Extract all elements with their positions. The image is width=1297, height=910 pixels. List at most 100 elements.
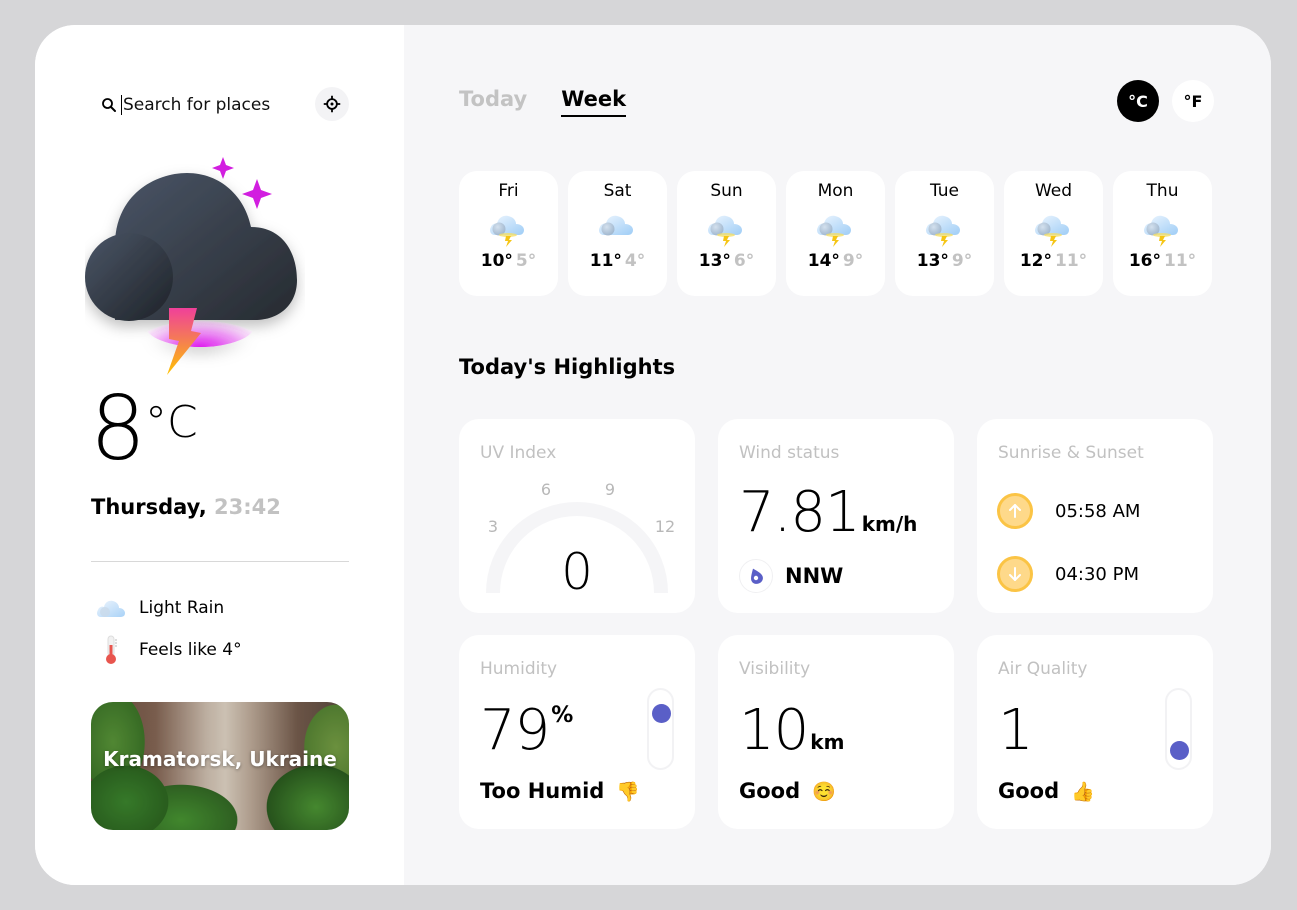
thunder-cloud-icon bbox=[816, 215, 851, 247]
feels-like-row: Feels like 4° bbox=[95, 635, 242, 665]
day-card[interactable]: Mon 14° 9° bbox=[786, 171, 885, 296]
wind-speed: 7.81 km/h bbox=[739, 485, 917, 541]
thunder-cloud-icon bbox=[707, 215, 742, 247]
air-quality-status-text: Good bbox=[998, 779, 1060, 803]
air-quality-card: Air Quality 1 Good 👍 bbox=[977, 635, 1213, 829]
tab-week[interactable]: Week bbox=[561, 87, 627, 117]
condition-row: Light Rain bbox=[95, 593, 224, 623]
condition-text: Light Rain bbox=[139, 598, 225, 618]
search-bar bbox=[100, 90, 350, 120]
temperature-unit: °C bbox=[145, 397, 198, 448]
search-icon bbox=[102, 98, 116, 112]
day-high: 13° bbox=[916, 251, 949, 271]
visibility-value: 10 bbox=[739, 698, 809, 763]
week-forecast: Fri 10° 5° Sat 11° 4° Sun 13° 6° Mon 14°… bbox=[459, 171, 1212, 296]
wind-status-label: Wind status bbox=[739, 443, 840, 463]
smiling-face-icon: ☺️ bbox=[812, 780, 836, 803]
day-temps: 13° 9° bbox=[917, 251, 973, 271]
uv-index-card: UV Index 3 6 9 12 0 bbox=[459, 419, 695, 613]
city-card[interactable]: Kramatorsk, Ukraine bbox=[91, 702, 349, 830]
day-temps: 12° 11° bbox=[1020, 251, 1087, 271]
air-quality-meter-dot bbox=[1169, 740, 1189, 760]
day-low: 11° bbox=[1164, 251, 1197, 271]
current-location-button[interactable] bbox=[315, 87, 349, 121]
day-name: Fri bbox=[498, 181, 519, 201]
humidity-label: Humidity bbox=[480, 659, 558, 679]
cloud-icon bbox=[598, 215, 633, 236]
sunrise-arrow-up-icon bbox=[997, 493, 1033, 529]
day-low: 11° bbox=[1055, 251, 1088, 271]
search-input[interactable] bbox=[121, 95, 311, 115]
day-high: 10° bbox=[480, 251, 513, 271]
wind-status-card: Wind status 7.81 km/h NNW bbox=[718, 419, 954, 613]
day-high: 11° bbox=[589, 251, 622, 271]
day-low: 4° bbox=[624, 251, 646, 271]
weather-app: 8 °C Thursday, 23:42 Light Rain Feels li… bbox=[35, 25, 1271, 885]
humidity-status: Too Humid 👎 bbox=[480, 779, 640, 803]
humidity-status-text: Too Humid bbox=[480, 779, 605, 803]
air-quality-status: Good 👍 bbox=[998, 779, 1095, 803]
day-card[interactable]: Sun 13° 6° bbox=[677, 171, 776, 296]
uv-tick-9: 9 bbox=[605, 480, 615, 499]
highlights-grid: UV Index 3 6 9 12 0 Wind status 7.81 km/h bbox=[459, 419, 1213, 829]
day-card[interactable]: Wed 12° 11° bbox=[1004, 171, 1103, 296]
visibility-unit: km bbox=[810, 730, 845, 754]
humidity-meter bbox=[647, 688, 674, 770]
humidity-meter-dot bbox=[651, 704, 671, 724]
day-name: Mon bbox=[817, 181, 854, 201]
day-high: 13° bbox=[698, 251, 731, 271]
visibility-status-text: Good bbox=[739, 779, 801, 803]
uv-tick-6: 6 bbox=[541, 480, 551, 499]
main-panel: Today Week °C °F Fri 10° 5° Sat 11° 4° Sun bbox=[404, 25, 1271, 885]
current-datetime: Thursday, 23:42 bbox=[91, 495, 281, 519]
tab-today[interactable]: Today bbox=[459, 87, 527, 117]
sunset-arrow-down-icon bbox=[997, 556, 1033, 592]
divider bbox=[91, 561, 349, 562]
humidity-value: 79 bbox=[480, 698, 550, 763]
day-temps: 10° 5° bbox=[481, 251, 537, 271]
wind-speed-value: 7.81 bbox=[739, 480, 861, 545]
day-low: 9° bbox=[951, 251, 973, 271]
current-temperature: 8 bbox=[90, 377, 146, 480]
day-high: 16° bbox=[1128, 251, 1161, 271]
fahrenheit-button[interactable]: °F bbox=[1172, 80, 1214, 122]
day-temps: 11° 4° bbox=[590, 251, 646, 271]
day-low: 9° bbox=[842, 251, 864, 271]
day-temps: 14° 9° bbox=[808, 251, 864, 271]
thermometer-icon bbox=[95, 635, 127, 665]
uv-tick-12: 12 bbox=[655, 517, 675, 536]
thunder-cloud-icon bbox=[1034, 215, 1069, 247]
city-name: Kramatorsk, Ukraine bbox=[103, 747, 337, 771]
day-card[interactable]: Tue 13° 9° bbox=[895, 171, 994, 296]
day-temps: 16° 11° bbox=[1129, 251, 1196, 271]
day-high: 14° bbox=[807, 251, 840, 271]
thunder-cloud-icon bbox=[925, 215, 960, 247]
feels-like-text: Feels like 4° bbox=[139, 640, 242, 660]
day-low: 5° bbox=[515, 251, 537, 271]
day-low: 6° bbox=[733, 251, 755, 271]
day-name: Wed bbox=[1034, 181, 1073, 201]
day-card[interactable]: Sat 11° 4° bbox=[568, 171, 667, 296]
day-name: Sat bbox=[603, 181, 632, 201]
day-high: 12° bbox=[1019, 251, 1052, 271]
visibility: 10 km bbox=[739, 703, 844, 759]
wind-speed-unit: km/h bbox=[861, 512, 918, 536]
crosshair-icon bbox=[323, 95, 341, 113]
day-name: Thu bbox=[1146, 181, 1179, 201]
wind-direction: NNW bbox=[739, 559, 843, 593]
sunset-row: 04:30 PM bbox=[997, 556, 1139, 592]
celsius-button[interactable]: °C bbox=[1117, 80, 1159, 122]
visibility-label: Visibility bbox=[739, 659, 811, 679]
thunder-cloud-icon bbox=[489, 215, 524, 247]
cloud-icon bbox=[95, 593, 127, 623]
day-card[interactable]: Fri 10° 5° bbox=[459, 171, 558, 296]
compass-icon bbox=[739, 559, 773, 593]
air-quality-label: Air Quality bbox=[998, 659, 1088, 679]
thumbs-up-icon: 👍 bbox=[1071, 780, 1095, 803]
thunderstorm-cloud-icon bbox=[85, 157, 297, 375]
air-quality-value: 1 bbox=[998, 698, 1034, 763]
air-quality-meter bbox=[1165, 688, 1192, 770]
visibility-status: Good ☺️ bbox=[739, 779, 836, 803]
day-card[interactable]: Thu 16° 11° bbox=[1113, 171, 1212, 296]
current-time: 23:42 bbox=[214, 495, 281, 519]
